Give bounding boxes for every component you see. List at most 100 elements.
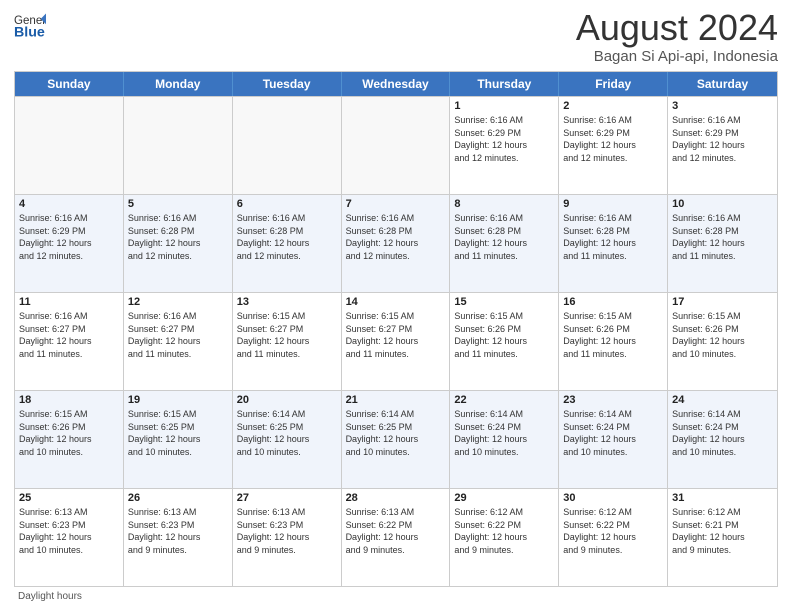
day-cell-22: 22 Sunrise: 6:14 AM Sunset: 6:24 PM Dayli… [450,391,559,488]
weekday-header-friday: Friday [559,72,668,96]
day-info: Sunrise: 6:16 AM Sunset: 6:28 PM Dayligh… [563,212,663,262]
weekday-header-thursday: Thursday [450,72,559,96]
day-cell-7: 7 Sunrise: 6:16 AM Sunset: 6:28 PM Daylig… [342,195,451,292]
day-info: Sunrise: 6:12 AM Sunset: 6:22 PM Dayligh… [563,506,663,556]
day-cell-1: 1 Sunrise: 6:16 AM Sunset: 6:29 PM Daylig… [450,97,559,194]
day-number: 29 [454,492,554,504]
day-number: 28 [346,492,446,504]
logo: General Blue [14,10,46,42]
day-cell-16: 16 Sunrise: 6:15 AM Sunset: 6:26 PM Dayli… [559,293,668,390]
empty-cell-0-1 [124,97,233,194]
day-cell-24: 24 Sunrise: 6:14 AM Sunset: 6:24 PM Dayli… [668,391,777,488]
day-number: 15 [454,296,554,308]
day-info: Sunrise: 6:14 AM Sunset: 6:25 PM Dayligh… [346,408,446,458]
day-info: Sunrise: 6:12 AM Sunset: 6:22 PM Dayligh… [454,506,554,556]
calendar-row-4: 25Sunrise: 6:13 AM Sunset: 6:23 PM Dayli… [15,488,777,586]
day-cell-14: 14 Sunrise: 6:15 AM Sunset: 6:27 PM Dayli… [342,293,451,390]
day-cell-19: 19 Sunrise: 6:15 AM Sunset: 6:25 PM Dayli… [124,391,233,488]
day-info: Sunrise: 6:16 AM Sunset: 6:28 PM Dayligh… [237,212,337,262]
day-number: 7 [346,198,446,210]
day-number: 4 [19,198,119,210]
day-cell-25: 25Sunrise: 6:13 AM Sunset: 6:23 PM Dayli… [15,489,124,586]
day-number: 3 [672,100,773,112]
day-number: 20 [237,394,337,406]
day-info: Sunrise: 6:16 AM Sunset: 6:29 PM Dayligh… [563,114,663,164]
day-number: 1 [454,100,554,112]
day-number: 10 [672,198,773,210]
day-info: Sunrise: 6:14 AM Sunset: 6:24 PM Dayligh… [454,408,554,458]
day-info: Sunrise: 6:15 AM Sunset: 6:27 PM Dayligh… [237,310,337,360]
day-number: 26 [128,492,228,504]
day-info: Sunrise: 6:15 AM Sunset: 6:26 PM Dayligh… [563,310,663,360]
calendar-row-3: 18 Sunrise: 6:15 AM Sunset: 6:26 PM Dayli… [15,390,777,488]
footer-note: Daylight hours [14,591,778,602]
day-info: Sunrise: 6:13 AM Sunset: 6:23 PM Dayligh… [237,506,337,556]
weekday-header-monday: Monday [124,72,233,96]
day-cell-3: 3 Sunrise: 6:16 AM Sunset: 6:29 PM Daylig… [668,97,777,194]
calendar: SundayMondayTuesdayWednesdayThursdayFrid… [14,71,778,587]
day-info: Sunrise: 6:16 AM Sunset: 6:29 PM Dayligh… [19,212,119,262]
day-number: 17 [672,296,773,308]
day-cell-9: 9 Sunrise: 6:16 AM Sunset: 6:28 PM Daylig… [559,195,668,292]
day-info: Sunrise: 6:16 AM Sunset: 6:28 PM Dayligh… [454,212,554,262]
day-cell-23: 23 Sunrise: 6:14 AM Sunset: 6:24 PM Dayli… [559,391,668,488]
day-cell-11: 11Sunrise: 6:16 AM Sunset: 6:27 PM Dayli… [15,293,124,390]
day-number: 5 [128,198,228,210]
weekday-header-sunday: Sunday [15,72,124,96]
day-number: 2 [563,100,663,112]
calendar-row-0: 1 Sunrise: 6:16 AM Sunset: 6:29 PM Daylig… [15,96,777,194]
day-cell-30: 30 Sunrise: 6:12 AM Sunset: 6:22 PM Dayli… [559,489,668,586]
day-number: 31 [672,492,773,504]
day-number: 6 [237,198,337,210]
day-cell-21: 21Sunrise: 6:14 AM Sunset: 6:25 PM Dayli… [342,391,451,488]
day-cell-20: 20Sunrise: 6:14 AM Sunset: 6:25 PM Dayli… [233,391,342,488]
day-cell-12: 12Sunrise: 6:16 AM Sunset: 6:27 PM Dayli… [124,293,233,390]
day-number: 18 [19,394,119,406]
day-info: Sunrise: 6:12 AM Sunset: 6:21 PM Dayligh… [672,506,773,556]
day-cell-5: 5 Sunrise: 6:16 AM Sunset: 6:28 PM Daylig… [124,195,233,292]
day-number: 22 [454,394,554,406]
day-info: Sunrise: 6:16 AM Sunset: 6:28 PM Dayligh… [672,212,773,262]
logo-icon: General Blue [14,10,46,42]
calendar-row-2: 11Sunrise: 6:16 AM Sunset: 6:27 PM Dayli… [15,292,777,390]
day-info: Sunrise: 6:16 AM Sunset: 6:29 PM Dayligh… [672,114,773,164]
day-number: 19 [128,394,228,406]
day-info: Sunrise: 6:15 AM Sunset: 6:26 PM Dayligh… [454,310,554,360]
header: General Blue August 2024 Bagan Si Api-ap… [14,10,778,65]
daylight-label: Daylight hours [18,591,82,602]
calendar-header: SundayMondayTuesdayWednesdayThursdayFrid… [15,72,777,96]
day-number: 13 [237,296,337,308]
day-info: Sunrise: 6:15 AM Sunset: 6:26 PM Dayligh… [19,408,119,458]
calendar-body: 1 Sunrise: 6:16 AM Sunset: 6:29 PM Daylig… [15,96,777,586]
day-info: Sunrise: 6:14 AM Sunset: 6:24 PM Dayligh… [563,408,663,458]
day-info: Sunrise: 6:16 AM Sunset: 6:27 PM Dayligh… [19,310,119,360]
weekday-header-tuesday: Tuesday [233,72,342,96]
day-info: Sunrise: 6:14 AM Sunset: 6:24 PM Dayligh… [672,408,773,458]
day-cell-13: 13 Sunrise: 6:15 AM Sunset: 6:27 PM Dayli… [233,293,342,390]
day-number: 9 [563,198,663,210]
day-number: 30 [563,492,663,504]
month-year: August 2024 [576,10,778,46]
calendar-row-1: 4 Sunrise: 6:16 AM Sunset: 6:29 PM Daylig… [15,194,777,292]
weekday-header-wednesday: Wednesday [342,72,451,96]
day-info: Sunrise: 6:16 AM Sunset: 6:29 PM Dayligh… [454,114,554,164]
empty-cell-0-2 [233,97,342,194]
page: General Blue August 2024 Bagan Si Api-ap… [0,0,792,612]
day-info: Sunrise: 6:16 AM Sunset: 6:27 PM Dayligh… [128,310,228,360]
day-info: Sunrise: 6:15 AM Sunset: 6:25 PM Dayligh… [128,408,228,458]
empty-cell-0-3 [342,97,451,194]
day-info: Sunrise: 6:15 AM Sunset: 6:26 PM Dayligh… [672,310,773,360]
day-info: Sunrise: 6:16 AM Sunset: 6:28 PM Dayligh… [128,212,228,262]
day-cell-2: 2 Sunrise: 6:16 AM Sunset: 6:29 PM Daylig… [559,97,668,194]
day-number: 24 [672,394,773,406]
day-info: Sunrise: 6:16 AM Sunset: 6:28 PM Dayligh… [346,212,446,262]
day-cell-8: 8Sunrise: 6:16 AM Sunset: 6:28 PM Daylig… [450,195,559,292]
day-number: 23 [563,394,663,406]
empty-cell-0-0 [15,97,124,194]
location: Bagan Si Api-api, Indonesia [576,48,778,65]
day-cell-26: 26Sunrise: 6:13 AM Sunset: 6:23 PM Dayli… [124,489,233,586]
day-number: 16 [563,296,663,308]
day-info: Sunrise: 6:15 AM Sunset: 6:27 PM Dayligh… [346,310,446,360]
day-cell-27: 27Sunrise: 6:13 AM Sunset: 6:23 PM Dayli… [233,489,342,586]
day-number: 14 [346,296,446,308]
